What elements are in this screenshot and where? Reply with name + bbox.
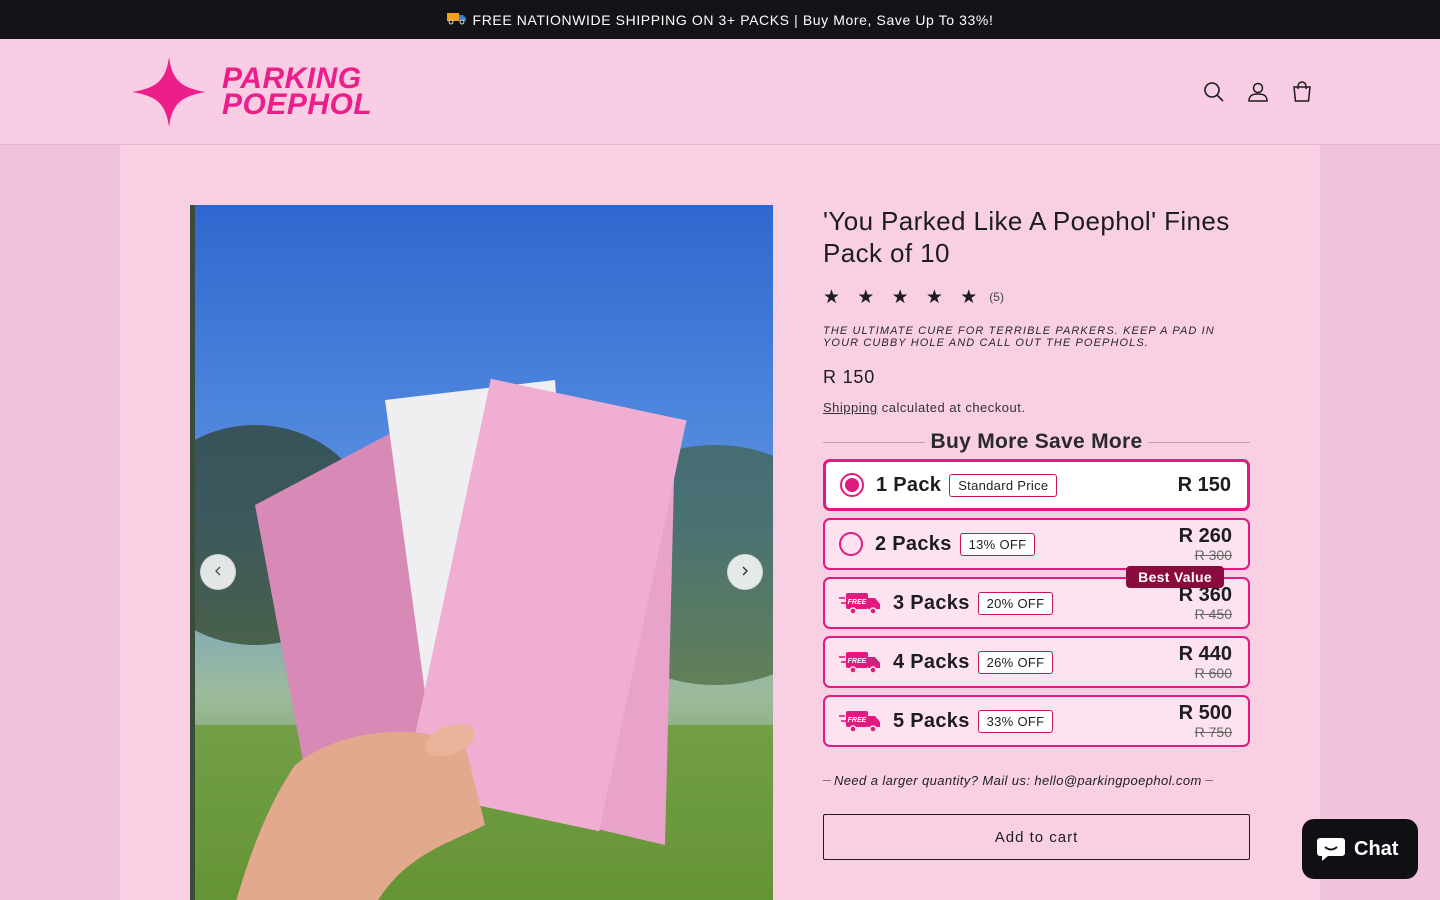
bundle-old-price: R 300 bbox=[1194, 547, 1232, 563]
discount-badge: Standard Price bbox=[949, 473, 1058, 497]
logo[interactable]: PARKING POEPHOL bbox=[132, 57, 372, 127]
truck-icon bbox=[446, 11, 467, 28]
shipping-note: Shipping calculated at checkout. bbox=[823, 400, 1026, 415]
free-shipping-truck-icon: FREE bbox=[839, 593, 880, 615]
cart-icon[interactable] bbox=[1289, 79, 1315, 105]
discount-badge: 33% OFF bbox=[977, 709, 1054, 733]
bundle-option-2-packs[interactable]: 2 Packs 13% OFF R 260 R 300 bbox=[823, 518, 1250, 570]
product-page: 'You Parked Like A Poephol' Fines Pack o… bbox=[120, 145, 1320, 900]
search-icon[interactable] bbox=[1201, 79, 1227, 105]
bundle-old-price: R 450 bbox=[1194, 606, 1232, 622]
account-icon[interactable] bbox=[1245, 79, 1271, 105]
bundle-old-price: R 600 bbox=[1194, 665, 1232, 681]
rating[interactable]: ★ ★ ★ ★ ★ (5) bbox=[823, 285, 1250, 309]
free-shipping-truck-icon: FREE bbox=[839, 711, 880, 733]
gallery-next-button[interactable] bbox=[727, 554, 763, 590]
bundle-price: R 440 bbox=[1178, 643, 1232, 665]
sparkle-logo-icon bbox=[132, 57, 206, 127]
product-price: R 150 bbox=[823, 367, 876, 387]
svg-text:FREE: FREE bbox=[848, 599, 867, 606]
chat-label: Chat bbox=[1354, 837, 1399, 860]
chevron-left-icon bbox=[213, 563, 223, 581]
announcement-bar: FREE NATIONWIDE SHIPPING ON 3+ PACKS | B… bbox=[0, 0, 1440, 39]
bundle-option-3-packs[interactable]: Best Value FREE 3 Packs 20% OFF R 360 R … bbox=[823, 566, 1250, 629]
bundle-option-5-packs[interactable]: FREE 5 Packs 33% OFF R 500 R 750 bbox=[823, 695, 1250, 747]
bundle-price: R 260 bbox=[1178, 525, 1232, 547]
bundle-old-price: R 750 bbox=[1194, 724, 1232, 740]
shipping-link[interactable]: Shipping bbox=[823, 400, 878, 415]
radio-unselected[interactable] bbox=[839, 532, 863, 556]
product-tagline: THE ULTIMATE CURE FOR TERRIBLE PARKERS. … bbox=[823, 325, 1215, 349]
review-count: (5) bbox=[989, 290, 1004, 304]
logo-text: PARKING POEPHOL bbox=[222, 62, 373, 121]
discount-badge: 13% OFF bbox=[959, 532, 1036, 556]
announcement-text: FREE NATIONWIDE SHIPPING ON 3+ PACKS | B… bbox=[472, 11, 994, 28]
bundle-price: R 500 bbox=[1178, 702, 1232, 724]
svg-text:FREE: FREE bbox=[848, 717, 867, 724]
bundle-heading: Buy More Save More bbox=[823, 429, 1250, 455]
chat-bubble-icon bbox=[1317, 838, 1345, 861]
discount-badge: 26% OFF bbox=[977, 650, 1054, 674]
chat-button[interactable]: Chat bbox=[1302, 819, 1418, 879]
product-photo bbox=[195, 205, 773, 900]
discount-badge: 20% OFF bbox=[977, 591, 1054, 615]
bundle-price: R 150 bbox=[1177, 474, 1231, 496]
best-value-badge: Best Value bbox=[1126, 566, 1224, 588]
add-to-cart-button[interactable]: Add to cart bbox=[823, 814, 1250, 860]
star-rating-icon: ★ ★ ★ ★ ★ bbox=[823, 286, 984, 308]
chevron-right-icon bbox=[740, 563, 750, 581]
larger-quantity-note: Need a larger quantity? Mail us: hello@p… bbox=[823, 773, 1250, 788]
svg-text:FREE: FREE bbox=[848, 658, 867, 665]
product-gallery bbox=[190, 205, 773, 900]
gallery-prev-button[interactable] bbox=[200, 554, 236, 590]
radio-selected[interactable] bbox=[840, 473, 864, 497]
product-title: 'You Parked Like A Poephol' Fines Pack o… bbox=[823, 206, 1230, 268]
bundle-option-4-packs[interactable]: FREE 4 Packs 26% OFF R 440 R 600 bbox=[823, 636, 1250, 688]
product-info: 'You Parked Like A Poephol' Fines Pack o… bbox=[823, 205, 1250, 860]
bundle-option-1-pack[interactable]: 1 Pack Standard Price R 150 bbox=[823, 459, 1250, 511]
free-shipping-truck-icon: FREE bbox=[839, 652, 880, 674]
site-header: PARKING POEPHOL bbox=[0, 39, 1440, 145]
